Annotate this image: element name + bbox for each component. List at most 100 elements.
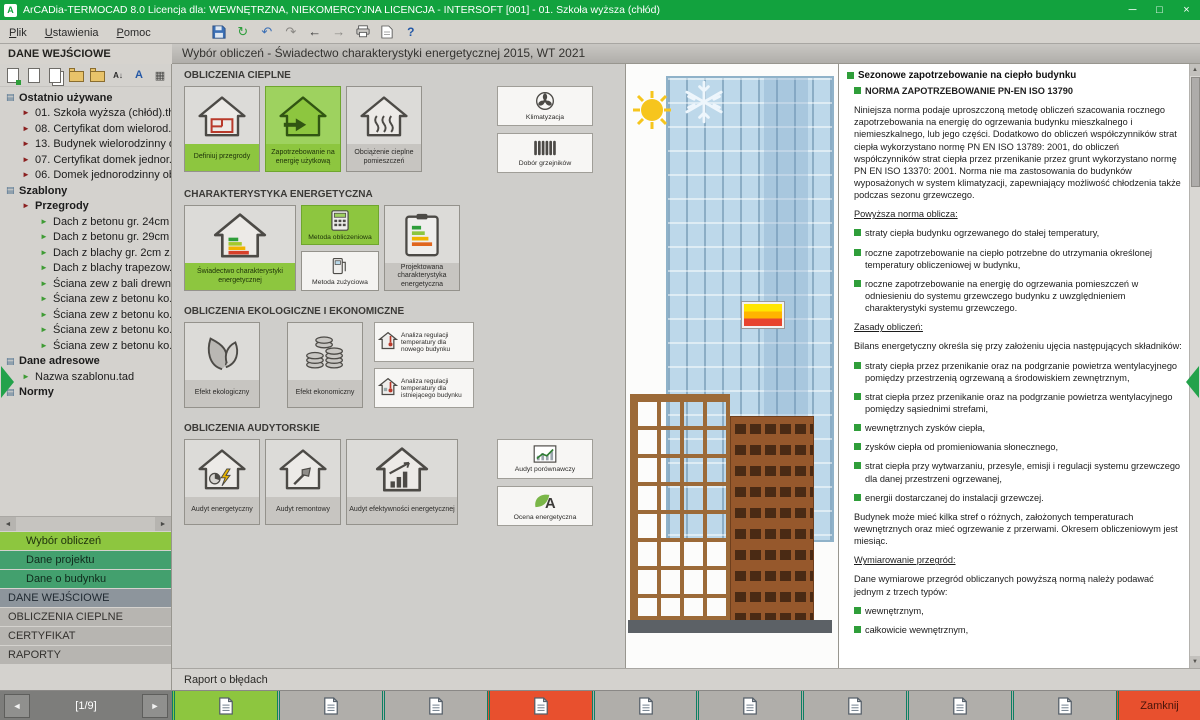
document-icon[interactable] <box>25 66 43 84</box>
nav-forward-icon[interactable]: → <box>328 22 350 42</box>
tile-definiuj-przegrody[interactable]: Definiuj przegrody <box>184 86 260 172</box>
tree-item[interactable]: Normy <box>0 385 171 401</box>
scrollbar-thumb[interactable] <box>1191 77 1200 187</box>
tile-efekt-ekologiczny[interactable]: Efekt ekologiczny <box>184 322 260 408</box>
refresh-icon[interactable]: ↻ <box>232 22 254 42</box>
report-document-button[interactable] <box>801 691 906 720</box>
tree-item[interactable]: Dach z blachy gr. 2cm z... <box>0 245 171 261</box>
tree-item[interactable]: 07. Certyfikat domek jednor... <box>0 152 171 168</box>
nav-back-icon[interactable]: ← <box>304 22 326 42</box>
menu-item[interactable]: Plik <box>0 27 36 39</box>
report-document-button[interactable] <box>906 691 1011 720</box>
sort-az-icon[interactable]: A↓ <box>109 66 127 84</box>
bullet-icon <box>854 494 861 501</box>
bullet-icon <box>854 393 861 400</box>
font-icon[interactable]: A <box>130 66 148 84</box>
tile-audyt-energetyczny[interactable]: Audyt energetyczny <box>184 439 260 525</box>
house-floorplan-icon <box>185 87 259 144</box>
print-icon[interactable] <box>352 22 374 42</box>
report-document-button[interactable] <box>696 691 801 720</box>
sun-icon <box>632 90 672 135</box>
info-block[interactable]: Powyższa norma oblicza: <box>854 208 1182 220</box>
scroll-right-icon[interactable]: ► <box>155 517 171 531</box>
scroll-up-icon[interactable]: ▲ <box>1190 64 1200 76</box>
tile-obciazenie-cieplne[interactable]: Obciążenie cieplne pomieszczeń <box>346 86 422 172</box>
tile-ocena-energetyczna[interactable]: A Ocena energetyczna <box>497 486 593 526</box>
table-icon[interactable]: ▦ <box>151 66 169 84</box>
prev-page-button[interactable]: ◄ <box>4 694 30 718</box>
sidebar-nav-button[interactable]: Wybór obliczeń <box>0 532 171 550</box>
tile-analiza-istniejacego-budynku[interactable]: Analiza regulacji temperatury dla istnie… <box>374 368 474 408</box>
tree-item[interactable]: Ostatnio używane <box>0 90 171 106</box>
tile-dobor-grzejnikow[interactable]: Dobór grzejników <box>497 133 593 173</box>
tile-swiadectwo[interactable]: Świadectwo charakterystyki energetycznej <box>184 205 296 291</box>
undo-icon[interactable]: ↶ <box>256 22 278 42</box>
brick-building-graphic <box>730 416 814 622</box>
tree-item[interactable]: 01. Szkoła wyższa (chłód).thl <box>0 106 171 122</box>
minimize-button[interactable]: ─ <box>1119 0 1146 20</box>
report-document-button[interactable] <box>172 691 277 720</box>
tile-projektowana-charakterystyka[interactable]: Projektowana charakterystyka energetyczn… <box>384 205 460 291</box>
tree-item[interactable]: Ściana zew z betonu ko... <box>0 307 171 323</box>
tree-item[interactable]: 06. Domek jednorodzinny ob... <box>0 168 171 184</box>
collapse-right-panel-arrow[interactable] <box>1186 366 1199 398</box>
close-window-button[interactable]: × <box>1173 0 1200 20</box>
scroll-left-icon[interactable]: ◄ <box>0 517 16 531</box>
report-document-button[interactable] <box>592 691 697 720</box>
folder-icon[interactable] <box>67 66 85 84</box>
tree-item-icon <box>22 140 35 148</box>
report-document-button[interactable] <box>1011 691 1116 720</box>
preview-icon[interactable] <box>376 22 398 42</box>
tile-analiza-nowego-budynku[interactable]: Analiza regulacji temperatury dla nowego… <box>374 322 474 362</box>
tree-item[interactable]: Dach z betonu gr. 29cm <box>0 230 171 246</box>
sidebar-nav-button[interactable]: OBLICZENIA CIEPLNE <box>0 608 171 626</box>
redo-icon[interactable]: ↷ <box>280 22 302 42</box>
sidebar-nav-button[interactable]: Dane projektu <box>0 551 171 569</box>
tile-audyt-remontowy[interactable]: Audyt remontowy <box>265 439 341 525</box>
tree-item[interactable]: Dach z blachy trapezow... <box>0 261 171 277</box>
menu-item[interactable]: Ustawienia <box>36 27 108 39</box>
report-document-button[interactable] <box>277 691 382 720</box>
section-label-ekologiczne: OBLICZENIA EKOLOGICZNE I EKONOMICZNE <box>184 306 625 317</box>
tree-item[interactable]: Ściana zew z bali drewn... <box>0 276 171 292</box>
tile-audyt-porownawczy[interactable]: Audyt porównawczy <box>497 439 593 479</box>
next-page-button[interactable]: ► <box>142 694 168 718</box>
report-document-button[interactable] <box>487 691 592 720</box>
sidebar-nav-button[interactable]: Dane o budynku <box>0 570 171 588</box>
expand-left-panel-arrow[interactable] <box>1 366 14 398</box>
tree-item[interactable]: Przegrody <box>0 199 171 215</box>
close-view-button[interactable]: Zamknij <box>1116 691 1200 720</box>
save-icon[interactable] <box>208 22 230 42</box>
tree-item[interactable]: Dane adresowe <box>0 354 171 370</box>
help-icon[interactable]: ? <box>400 22 422 42</box>
tile-efekt-ekonomiczny[interactable]: Efekt ekonomiczny <box>287 322 363 408</box>
sidebar-nav-button[interactable]: CERTYFIKAT <box>0 627 171 645</box>
info-block[interactable]: Zasady obliczeń: <box>854 321 1182 333</box>
info-block[interactable]: Wymiarowanie przegród: <box>854 554 1182 566</box>
tile-klimatyzacja[interactable]: Klimatyzacja <box>497 86 593 126</box>
tree-item[interactable]: Szablony <box>0 183 171 199</box>
new-document-icon[interactable] <box>4 66 22 84</box>
tile-audyt-efektywnosci[interactable]: Audyt efektywności energetycznej <box>346 439 458 525</box>
tile-metoda-zuzyciowa[interactable]: Metoda zużyciowa <box>301 251 379 291</box>
tree-item[interactable]: Ściana zew z betonu ko... <box>0 323 171 339</box>
documents-stack-icon[interactable] <box>46 66 64 84</box>
tree-horizontal-scrollbar: ◄ ► <box>0 516 171 531</box>
tile-zapotrzebowanie-energia[interactable]: Zapotrzebowanie na energię użytkową <box>265 86 341 172</box>
page-title: Wybór obliczeń - Świadectwo charakteryst… <box>172 44 1200 64</box>
folder-open-icon[interactable] <box>88 66 106 84</box>
maximize-button[interactable]: □ <box>1146 0 1173 20</box>
tree-item[interactable]: Ściana zew z betonu ko... <box>0 292 171 308</box>
menu-item[interactable]: Pomoc <box>108 27 160 39</box>
error-report-bar[interactable]: Raport o błędach <box>172 668 1200 690</box>
sidebar-nav-button[interactable]: DANE WEJŚCIOWE <box>0 589 171 607</box>
tree-item[interactable]: Dach z betonu gr. 24cm <box>0 214 171 230</box>
tree-item[interactable]: Ściana zew z betonu ko... <box>0 338 171 354</box>
tree-item[interactable]: 08. Certyfikat dom wielorod... <box>0 121 171 137</box>
tree-item[interactable]: 13. Budynek wielorodzinny o... <box>0 137 171 153</box>
tile-metoda-obliczeniowa[interactable]: Metoda obliczeniowa <box>301 205 379 245</box>
tree-item[interactable]: Nazwa szablonu.tad <box>0 369 171 385</box>
report-document-button[interactable] <box>382 691 487 720</box>
scroll-down-icon[interactable]: ▼ <box>1190 656 1200 668</box>
sidebar-nav-button[interactable]: RAPORTY <box>0 646 171 664</box>
